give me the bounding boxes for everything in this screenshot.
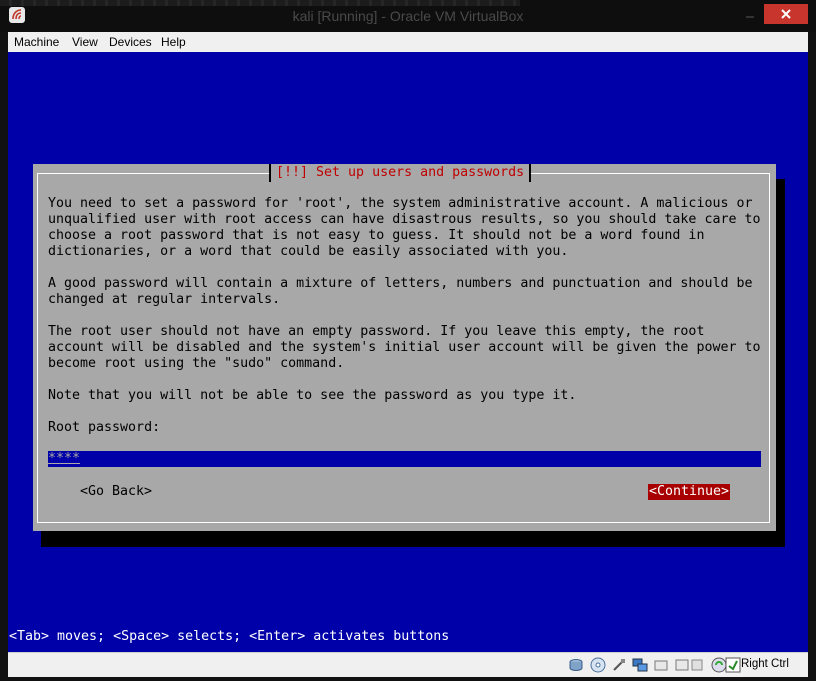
status-bar: Right Ctrl bbox=[8, 652, 808, 677]
optical-disk-icon[interactable] bbox=[590, 657, 606, 673]
root-password-intro-text: You need to set a password for 'root', t… bbox=[48, 196, 761, 259]
menu-bar: Machine View Devices Help bbox=[8, 32, 808, 53]
empty-password-text: The root user should not have an empty p… bbox=[48, 324, 761, 371]
title-decoration bbox=[0, 0, 520, 6]
window-title: kali [Running] - Oracle VM VirtualBox bbox=[292, 8, 524, 24]
password-mask: **** bbox=[48, 451, 81, 466]
dialog-title: [!!] Set up users and passwords bbox=[269, 164, 532, 182]
menu-devices[interactable]: Devices bbox=[109, 35, 152, 49]
continue-button[interactable]: <Continue> bbox=[648, 484, 731, 500]
vm-window: kali [Running] - Oracle VM VirtualBox Ma… bbox=[0, 0, 816, 681]
minimize-button[interactable] bbox=[737, 4, 763, 24]
host-key-label: Right Ctrl bbox=[741, 658, 789, 670]
close-button[interactable] bbox=[764, 4, 808, 24]
guest-screen[interactable]: [!!] Set up users and passwords You need… bbox=[8, 52, 808, 652]
installer-dialog: [!!] Set up users and passwords You need… bbox=[33, 164, 776, 531]
hard-disk-icon[interactable] bbox=[568, 657, 584, 673]
host-key-icon bbox=[725, 657, 741, 673]
go-back-button[interactable]: <Go Back> bbox=[80, 484, 152, 500]
menu-machine[interactable]: Machine bbox=[14, 35, 59, 49]
video-capture-icon[interactable] bbox=[690, 657, 706, 673]
shared-folders-icon[interactable] bbox=[653, 657, 669, 673]
title-bar[interactable]: kali [Running] - Oracle VM VirtualBox bbox=[0, 0, 816, 32]
root-password-input[interactable]: **** bbox=[48, 451, 761, 467]
usb-icon[interactable] bbox=[611, 657, 627, 673]
root-password-label: Root password: bbox=[48, 420, 161, 435]
display-icon[interactable] bbox=[674, 657, 690, 673]
hidden-input-note: Note that you will not be able to see th… bbox=[48, 388, 577, 403]
password-advice-text: A good password will contain a mixture o… bbox=[48, 276, 753, 307]
menu-help[interactable]: Help bbox=[161, 35, 186, 49]
keyboard-help-line: <Tab> moves; <Space> selects; <Enter> ac… bbox=[9, 629, 450, 644]
network-icon[interactable] bbox=[632, 657, 648, 673]
menu-view[interactable]: View bbox=[72, 35, 98, 49]
